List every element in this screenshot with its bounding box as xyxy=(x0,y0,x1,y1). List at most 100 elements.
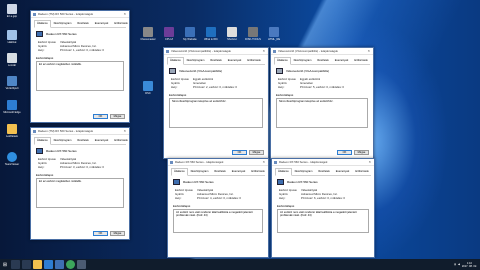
properties-window-5[interactable]: Radeon RX 560 Series - tulajdonságok × Ál… xyxy=(167,158,269,258)
tab-general[interactable]: Általános xyxy=(275,168,292,176)
desktop-icon-chessmaster[interactable]: Chessmaster xyxy=(137,27,159,41)
desktop-icon-network[interactable]: Hálózat xyxy=(1,30,23,44)
tab-details[interactable]: Részletek xyxy=(211,168,228,175)
tab-details[interactable]: Részletek xyxy=(74,20,91,27)
ok-button[interactable]: OK xyxy=(337,150,352,155)
tab-resources[interactable]: Erőforrások xyxy=(352,168,371,175)
tab-resources[interactable]: Erőforrások xyxy=(111,20,130,27)
unknown-device-icon xyxy=(169,68,176,74)
title-bar[interactable]: Radeon (TM) RX 560 Series - tulajdonságo… xyxy=(31,11,129,18)
properties-window-1[interactable]: Radeon (TM) RX 560 Series - tulajdonságo… xyxy=(30,10,130,123)
tab-driver[interactable]: Illesztőprogram xyxy=(188,168,212,175)
app-icon[interactable] xyxy=(77,260,86,269)
file-explorer-icon[interactable] xyxy=(33,260,42,269)
tab-driver[interactable]: Illesztőprogram xyxy=(292,168,316,175)
properties-window-6[interactable]: Radeon RX 560 Series - tulajdonságok × Ál… xyxy=(271,158,375,258)
device-name: Videovezérlő (VGA-kompatibilis) xyxy=(286,69,330,73)
title-bar[interactable]: Radeon RX 560 Series - tulajdonságok × xyxy=(168,159,268,166)
title-bar[interactable]: Videovezérlő (VGA-kompatibilis) - tulajd… xyxy=(271,48,373,55)
website-icon xyxy=(185,27,195,37)
desktop-icon-recycle-bin[interactable]: Lomtár xyxy=(1,53,23,67)
network-icon[interactable]: ▮ xyxy=(454,263,455,266)
tab-driver[interactable]: Illesztőprogram xyxy=(184,57,208,64)
ok-button[interactable]: OK xyxy=(93,231,108,236)
tab-general[interactable]: Általános xyxy=(171,168,188,176)
device-status-box[interactable]: Nincs illesztőprogram telepítve az eszkö… xyxy=(169,98,263,128)
tab-driver[interactable]: Illesztőprogram xyxy=(51,137,75,144)
tab-general[interactable]: Általános xyxy=(34,137,51,145)
status-label: Eszközállapot xyxy=(173,204,191,208)
chrome-icon[interactable] xyxy=(66,260,75,269)
desktop-icon-what-is-irc[interactable]: What is IRC xyxy=(200,27,222,41)
desktop-icon-cpuz[interactable]: CPU-Z xyxy=(158,27,180,41)
desktop-icon-this-pc[interactable]: Ez a gép xyxy=(1,4,23,18)
close-icon[interactable]: × xyxy=(123,129,127,133)
ok-button[interactable]: OK xyxy=(232,150,247,155)
close-icon[interactable]: × xyxy=(367,49,371,53)
tab-resources[interactable]: Erőforrások xyxy=(351,57,370,64)
cancel-button[interactable]: Mégse xyxy=(110,231,125,236)
tab-events[interactable]: Események xyxy=(225,57,245,64)
start-button[interactable]: ⊞ xyxy=(0,259,10,270)
cancel-button[interactable]: Mégse xyxy=(110,114,125,119)
cancel-button[interactable]: Mégse xyxy=(354,150,369,155)
desktop-icon-control-panel[interactable]: Vezérlőpult xyxy=(1,76,23,90)
tab-general[interactable]: Általános xyxy=(167,57,184,65)
tab-driver[interactable]: Illesztőprogram xyxy=(51,20,75,27)
title-bar[interactable]: Radeon RX 560 Series - tulajdonságok × xyxy=(272,159,374,166)
close-icon[interactable]: × xyxy=(368,160,372,164)
device-name: Radeon RX 560 Series xyxy=(183,180,214,184)
device-icon xyxy=(170,160,173,164)
tab-events[interactable]: Események xyxy=(332,57,352,64)
desktop-icon-html[interactable]: HTML_RE xyxy=(263,27,285,41)
device-status-box[interactable]: Nincs illesztőprogram telepítve az eszkö… xyxy=(276,98,368,128)
tab-resources[interactable]: Erőforrások xyxy=(248,168,267,175)
properties-window-2[interactable]: Radeon (TM) RX 560 Series - tulajdonságo… xyxy=(30,127,130,240)
desktop-icon-shortcut[interactable]: Shortcut xyxy=(221,27,243,41)
properties-window-3[interactable]: Videovezérlő (VGA-kompatibilis) - tulajd… xyxy=(163,47,269,159)
tab-details[interactable]: Részletek xyxy=(74,137,91,144)
tab-events[interactable]: Események xyxy=(229,168,249,175)
tab-resources[interactable]: Erőforrások xyxy=(244,57,263,64)
desktop-icon-dsc[interactable]: DSC xyxy=(137,81,159,95)
device-name: Radeon RX 560 Series xyxy=(46,149,77,153)
ok-button[interactable]: OK xyxy=(93,114,108,119)
close-icon[interactable]: × xyxy=(262,49,266,53)
tab-driver[interactable]: Illesztőprogram xyxy=(291,57,315,64)
desktop-icon-disk-tools[interactable]: DISK-TOOLS xyxy=(242,27,264,41)
edge-icon[interactable] xyxy=(44,260,53,269)
volume-icon[interactable]: ◀ xyxy=(458,263,460,266)
tab-events[interactable]: Események xyxy=(333,168,353,175)
clock[interactable]: 1:10 2017. 08. 02. xyxy=(462,262,477,268)
device-status-box[interactable]: Az eszköz nem való rendszer által leállí… xyxy=(173,209,263,233)
desktop-icon-edge[interactable]: Microsoft Edge xyxy=(1,100,23,114)
desktop-icon-downloads[interactable]: Letöltések xyxy=(1,124,23,138)
recycle-bin-icon xyxy=(7,53,17,63)
close-icon[interactable]: × xyxy=(262,160,266,164)
tab-details[interactable]: Részletek xyxy=(314,57,331,64)
close-icon[interactable]: × xyxy=(123,12,127,16)
device-status-box[interactable]: Ez az eszköz megfelelően működik. xyxy=(36,61,124,91)
tab-details[interactable]: Részletek xyxy=(315,168,332,175)
properties-window-4[interactable]: Videovezérlő (VGA-kompatibilis) - tulajd… xyxy=(270,47,374,159)
tab-general[interactable]: Általános xyxy=(274,57,291,65)
desktop-icon-teamviewer[interactable]: TeamViewer xyxy=(1,152,23,166)
tab-details[interactable]: Részletek xyxy=(207,57,224,64)
tab-events[interactable]: Események xyxy=(92,137,112,144)
folder-icon xyxy=(7,124,17,134)
device-status-box[interactable]: Ez az eszköz megfelelően működik. xyxy=(36,178,124,208)
tab-general[interactable]: Általános xyxy=(34,20,51,28)
device-icon xyxy=(166,49,169,53)
search-icon[interactable] xyxy=(11,260,20,269)
task-view-icon[interactable] xyxy=(22,260,31,269)
title-bar[interactable]: Videovezérlő (VGA-kompatibilis) - tulajd… xyxy=(164,48,268,55)
tab-resources[interactable]: Erőforrások xyxy=(111,137,130,144)
store-icon[interactable] xyxy=(55,260,64,269)
cancel-button[interactable]: Mégse xyxy=(249,150,264,155)
status-label: Eszközállapot xyxy=(36,56,54,60)
device-status-box[interactable]: Az eszköz nem való rendszer által leállí… xyxy=(277,209,369,233)
desktop-icon-my-website[interactable]: My Website xyxy=(179,27,201,41)
tab-events[interactable]: Események xyxy=(92,20,112,27)
device-icon xyxy=(274,160,277,164)
title-bar[interactable]: Radeon (TM) RX 560 Series - tulajdonságo… xyxy=(31,128,129,135)
